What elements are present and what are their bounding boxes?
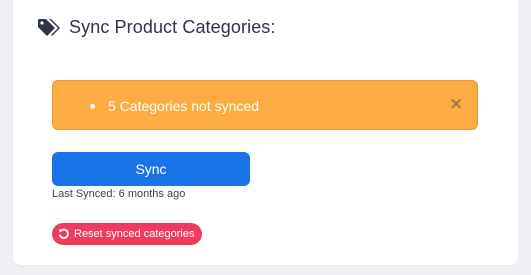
section-title: Sync Product Categories: — [69, 17, 276, 37]
undo-icon — [58, 228, 70, 240]
tags-icon — [37, 18, 61, 38]
last-synced-text: Last Synced: 6 months ago — [52, 188, 186, 200]
alert-item-text: 5 Categories not synced — [108, 98, 259, 114]
close-icon[interactable]: × — [449, 95, 463, 113]
reset-button-label: Reset synced categories — [74, 228, 195, 240]
not-synced-alert: 5 Categories not synced × — [52, 80, 478, 130]
sync-button[interactable]: Sync — [52, 152, 250, 186]
reset-synced-categories-button[interactable]: Reset synced categories — [52, 223, 203, 245]
sync-categories-card: Sync Product Categories: 5 Categories no… — [13, 0, 518, 265]
section-header: Sync Product Categories: — [37, 17, 276, 38]
alert-list: 5 Categories not synced — [90, 97, 259, 115]
alert-list-item: 5 Categories not synced — [90, 97, 259, 115]
bullet-icon — [90, 104, 95, 109]
